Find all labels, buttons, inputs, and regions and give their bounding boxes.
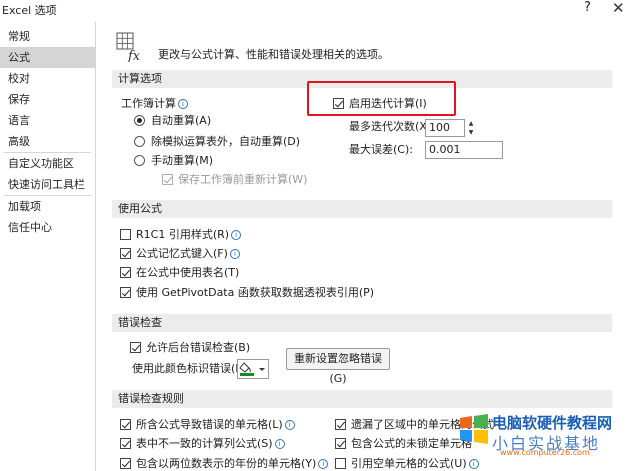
rule-omit-region-checkbox[interactable]	[335, 419, 346, 430]
rule-unlocked-formulas-label: 包含公式的未锁定单元格	[351, 437, 472, 450]
info-icon: i	[178, 99, 188, 109]
rule-two-digit-year-label: 包含以两位数表示的年份的单元格(Y) i	[136, 457, 329, 471]
recalc-before-save-label: 保存工作簿前重新计算(W)	[178, 173, 308, 186]
sidebar-item-customize-ribbon[interactable]: 自定义功能区	[0, 153, 95, 174]
radio-auto-calc[interactable]	[134, 115, 145, 126]
max-iterations-spinner[interactable]: ▲ ▼	[465, 119, 477, 137]
fx-icon: fx	[116, 32, 141, 62]
sidebar-item-proofing[interactable]: 校对	[0, 68, 95, 89]
rule-error-cells-checkbox[interactable]	[120, 419, 131, 430]
info-icon: i	[229, 249, 240, 259]
windows-logo-icon	[460, 414, 488, 444]
background-error-check-checkbox[interactable]	[130, 342, 141, 353]
background-error-check-label: 允许后台错误检查(B)	[146, 341, 251, 354]
info-icon: i	[231, 230, 242, 240]
sidebar-nav: 常规 公式 校对 保存 语言 高级 自定义功能区 快速访问工具栏 加载项 信任中…	[0, 22, 96, 471]
radio-manual-calc-label: 手动重算(M)	[151, 154, 214, 167]
sidebar-item-general[interactable]: 常规	[0, 26, 95, 47]
intro-description: 更改与公式计算、性能和错误处理相关的选项。	[158, 48, 389, 61]
section-header-formulas: 使用公式	[112, 200, 612, 218]
fill-color-icon	[239, 362, 265, 376]
recalc-before-save-checkbox[interactable]	[162, 174, 173, 185]
getpivotdata-label: 使用 GetPivotData 函数获取数据透视表引用(P)	[136, 286, 375, 299]
radio-auto-calc-label: 自动重算(A)	[151, 114, 212, 127]
sidebar-scrolltrack	[97, 22, 105, 471]
getpivotdata-checkbox[interactable]	[120, 287, 131, 298]
error-color-label: 使用此颜色标识错误(E):	[132, 362, 251, 375]
close-button[interactable]: ✕	[612, 0, 625, 17]
r1c1-checkbox[interactable]	[120, 229, 131, 240]
sidebar-item-trust-center[interactable]: 信任中心	[0, 217, 95, 238]
rule-two-digit-year-checkbox[interactable]	[120, 458, 131, 469]
sidebar-item-addins[interactable]: 加载项	[0, 196, 95, 217]
rule-error-cells-label: 所含公式导致错误的单元格(L) i	[136, 418, 295, 432]
spin-up-icon[interactable]: ▲	[465, 119, 477, 128]
svg-text:fx: fx	[127, 49, 141, 62]
spin-down-icon[interactable]: ▼	[465, 128, 477, 137]
section-header-error-rules: 错误检查规则	[112, 390, 612, 408]
rule-empty-cells-checkbox[interactable]	[335, 458, 346, 469]
table-names-label: 在公式中使用表名(T)	[136, 266, 240, 279]
sidebar-item-save[interactable]: 保存	[0, 89, 95, 110]
workbook-calc-label: 工作簿计算 i	[121, 97, 188, 111]
max-iterations-input[interactable]: 100	[425, 119, 465, 137]
info-icon: i	[274, 439, 285, 449]
radio-auto-except-tables[interactable]	[134, 136, 145, 147]
autocomplete-label: 公式记忆式键入(F) i	[136, 247, 240, 261]
rule-inconsistent-column-checkbox[interactable]	[120, 438, 131, 449]
title-bar: Excel 选项 ? ✕	[0, 0, 640, 20]
section-header-error-checking: 错误检查	[112, 314, 612, 332]
highlight-box	[307, 81, 456, 116]
window-title: Excel 选项	[2, 4, 57, 17]
info-icon: i	[318, 459, 329, 469]
sidebar-item-quick-access[interactable]: 快速访问工具栏	[0, 174, 95, 195]
max-iterations-label: 最多迭代次数(X):	[349, 120, 435, 133]
rule-inconsistent-column-label: 表中不一致的计算列公式(S) i	[136, 437, 285, 451]
radio-manual-calc[interactable]	[134, 155, 145, 166]
watermark-url: www.computer26.com	[500, 448, 590, 457]
radio-auto-except-tables-label: 除模拟运算表外，自动重算(D)	[151, 135, 301, 148]
help-button[interactable]: ?	[584, 0, 591, 15]
max-change-label: 最大误差(C):	[349, 143, 413, 156]
sidebar-item-advanced[interactable]: 高级	[0, 131, 95, 152]
r1c1-label: R1C1 引用样式(R) i	[136, 228, 242, 242]
info-icon: i	[284, 420, 295, 430]
sidebar-item-formulas[interactable]: 公式	[0, 47, 95, 68]
table-names-checkbox[interactable]	[120, 267, 131, 278]
watermark: 电脑软硬件教程网 小白实战基地 www.computer26.com	[458, 408, 640, 471]
reset-ignored-errors-button[interactable]: 重新设置忽略错误(G)	[286, 348, 390, 385]
sidebar-item-language[interactable]: 语言	[0, 110, 95, 131]
rule-unlocked-formulas-checkbox[interactable]	[335, 438, 346, 449]
max-change-input[interactable]: 0.001	[425, 141, 503, 159]
error-color-picker[interactable]	[237, 359, 269, 379]
autocomplete-checkbox[interactable]	[120, 248, 131, 259]
